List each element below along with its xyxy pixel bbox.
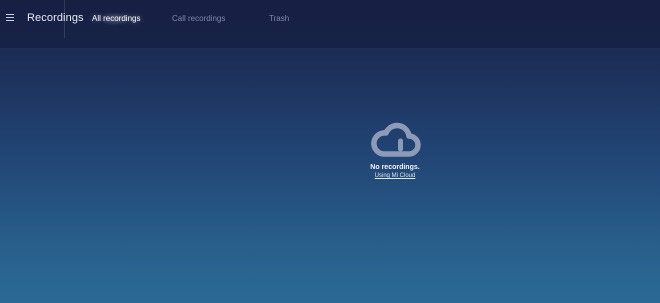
page-title: Recordings: [27, 12, 84, 24]
cloud-icon: [371, 122, 421, 157]
hamburger-menu-icon[interactable]: [6, 12, 18, 26]
top-bar: Recordings All recordings Call recording…: [0, 0, 660, 49]
tab-all-recordings[interactable]: All recordings: [92, 14, 140, 23]
tab-call-recordings[interactable]: Call recordings: [172, 14, 225, 23]
empty-state: No recordings. Using Mi Cloud: [360, 116, 430, 179]
divider: [64, 0, 65, 38]
empty-message: No recordings.: [370, 164, 420, 171]
mi-cloud-link[interactable]: Using Mi Cloud: [360, 173, 430, 179]
tab-trash[interactable]: Trash: [269, 14, 289, 23]
